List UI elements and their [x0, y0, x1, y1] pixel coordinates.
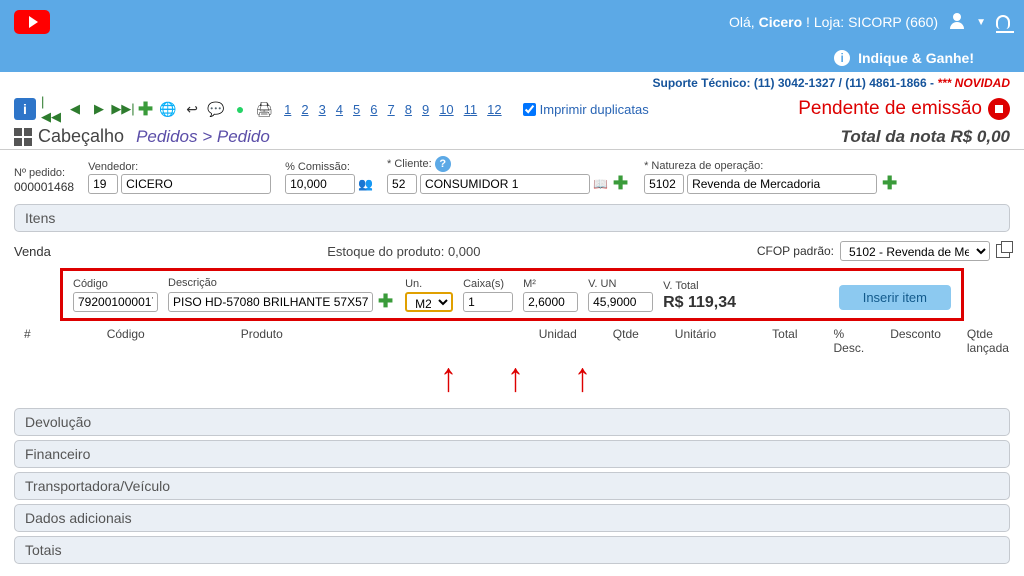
col-qtde: Qtde — [613, 327, 639, 355]
add-icon[interactable]: ✚ — [138, 99, 153, 120]
cliente-label: * Cliente: ? — [387, 156, 630, 172]
vendedor-label: Vendedor: — [88, 161, 271, 173]
numlink-9[interactable]: 9 — [417, 100, 434, 119]
section-itens[interactable]: Itens — [14, 204, 1010, 232]
revert-icon[interactable]: ↩ — [183, 100, 201, 118]
popout-icon[interactable] — [996, 244, 1010, 258]
globe-icon[interactable]: 🌐 — [159, 100, 177, 118]
numlink-7[interactable]: 7 — [383, 100, 400, 119]
vendedor-name-input[interactable] — [121, 174, 271, 194]
add-natureza-icon[interactable]: ✚ — [880, 173, 899, 194]
col-unidad: Unidad — [539, 327, 577, 355]
col-codigo: Código — [107, 327, 145, 355]
natureza-code-input[interactable] — [644, 174, 684, 194]
item-m2-input[interactable] — [523, 292, 578, 312]
add-cliente-icon[interactable]: ✚ — [611, 173, 630, 194]
col-hash: # — [24, 327, 31, 355]
imprimir-checkbox-input[interactable] — [523, 103, 536, 116]
item-caixas-input[interactable] — [463, 292, 513, 312]
comissao-label: % Comissão: — [285, 161, 373, 173]
estoque-label: Estoque do produto: 0,000 — [327, 244, 480, 259]
novidade-link[interactable]: *** NOVIDAD — [937, 76, 1010, 90]
item-codigo-input[interactable] — [73, 292, 158, 312]
col-unitario: Unitário — [675, 327, 716, 355]
suporte-text: Suporte Técnico: (11) 3042-1327 / (11) 4… — [653, 76, 938, 90]
pendente-label: Pendente de emissão — [798, 98, 982, 120]
last-icon[interactable]: ▶▶| — [114, 100, 132, 118]
page-title: Cabeçalho — [38, 126, 124, 147]
item-vtotal: R$ 119,34 — [663, 294, 736, 312]
grid-icon — [14, 128, 32, 146]
bell-icon[interactable] — [996, 15, 1010, 29]
numlink-3[interactable]: 3 — [314, 100, 331, 119]
inserir-item-button[interactable]: Inserir item — [839, 285, 951, 310]
item-un-select[interactable]: M2 — [405, 292, 453, 312]
section-transportadora[interactable]: Transportadora/Veículo — [14, 472, 1010, 500]
natureza-label: * Natureza de operação: — [644, 160, 899, 172]
numlink-5[interactable]: 5 — [348, 100, 365, 119]
item-vun-input[interactable] — [588, 292, 653, 312]
add-item-icon[interactable]: ✚ — [376, 291, 395, 312]
breadcrumb-path: Pedidos > Pedido — [136, 127, 270, 147]
col-desconto: Desconto — [890, 327, 941, 355]
col-pdesc: % Desc. — [834, 327, 865, 355]
section-devolucao[interactable]: Devolução — [14, 408, 1010, 436]
numlink-8[interactable]: 8 — [400, 100, 417, 119]
info-button[interactable]: i — [14, 98, 36, 120]
arrow2-icon: ↑ — [507, 355, 524, 402]
numlink-11[interactable]: 11 — [459, 100, 483, 119]
cfop-select[interactable]: 5102 - Revenda de Mer — [840, 241, 990, 261]
print-icon[interactable]: 🖨 — [255, 100, 273, 118]
chat-icon[interactable]: 💬 — [207, 100, 225, 118]
natureza-name-input[interactable] — [687, 174, 877, 194]
total-nota: Total da nota R$ 0,00 — [841, 127, 1010, 147]
numlink-6[interactable]: 6 — [365, 100, 382, 119]
whatsapp-icon[interactable]: ● — [231, 100, 249, 118]
item-entry-row: Código Descrição ✚ Un. M2 Caixa(s) M² V.… — [60, 268, 964, 321]
col-total: Total — [772, 327, 797, 355]
chevron-down-icon[interactable]: ▼ — [976, 17, 986, 28]
col-produto: Produto — [241, 327, 283, 355]
npedido-label: Nº pedido: — [14, 167, 74, 179]
arrow1-icon: ↑ — [440, 355, 457, 402]
indique-link[interactable]: Indique & Ganhe! — [858, 50, 974, 66]
people-icon[interactable]: 👥 — [358, 177, 373, 191]
numlink-4[interactable]: 4 — [331, 100, 348, 119]
numlink-10[interactable]: 10 — [434, 100, 458, 119]
numlink-2[interactable]: 2 — [296, 100, 313, 119]
col-qtdelanc: Qtde lançada — [967, 327, 1009, 355]
item-desc-input[interactable] — [168, 292, 373, 312]
vendedor-code-input[interactable] — [88, 174, 118, 194]
prev-icon[interactable]: ◀ — [66, 100, 84, 118]
npedido-value: 000001468 — [14, 180, 74, 194]
cliente-name-input[interactable] — [420, 174, 590, 194]
cliente-help-icon[interactable]: ? — [435, 156, 451, 172]
numlink-1[interactable]: 1 — [279, 100, 296, 119]
numlink-12[interactable]: 12 — [482, 100, 506, 119]
section-dados-adicionais[interactable]: Dados adicionais — [14, 504, 1010, 532]
youtube-logo — [14, 10, 50, 34]
cliente-code-input[interactable] — [387, 174, 417, 194]
section-totais[interactable]: Totais — [14, 536, 1010, 564]
arrow3-icon: ↑ — [574, 355, 591, 402]
cfop-label: CFOP padrão: — [757, 244, 834, 258]
venda-label: Venda — [14, 244, 51, 259]
comissao-input[interactable] — [285, 174, 355, 194]
info-icon: i — [834, 50, 850, 66]
next-icon[interactable]: ▶ — [90, 100, 108, 118]
book-icon[interactable]: 📖 — [593, 177, 608, 191]
first-icon[interactable]: |◀◀ — [42, 100, 60, 118]
stop-icon[interactable] — [988, 98, 1010, 120]
imprimir-duplicatas-checkbox[interactable]: Imprimir duplicatas — [523, 102, 649, 117]
user-icon[interactable] — [948, 13, 966, 31]
greeting: Olá, Cicero ! Loja: SICORP (660) — [729, 14, 938, 30]
section-financeiro[interactable]: Financeiro — [14, 440, 1010, 468]
